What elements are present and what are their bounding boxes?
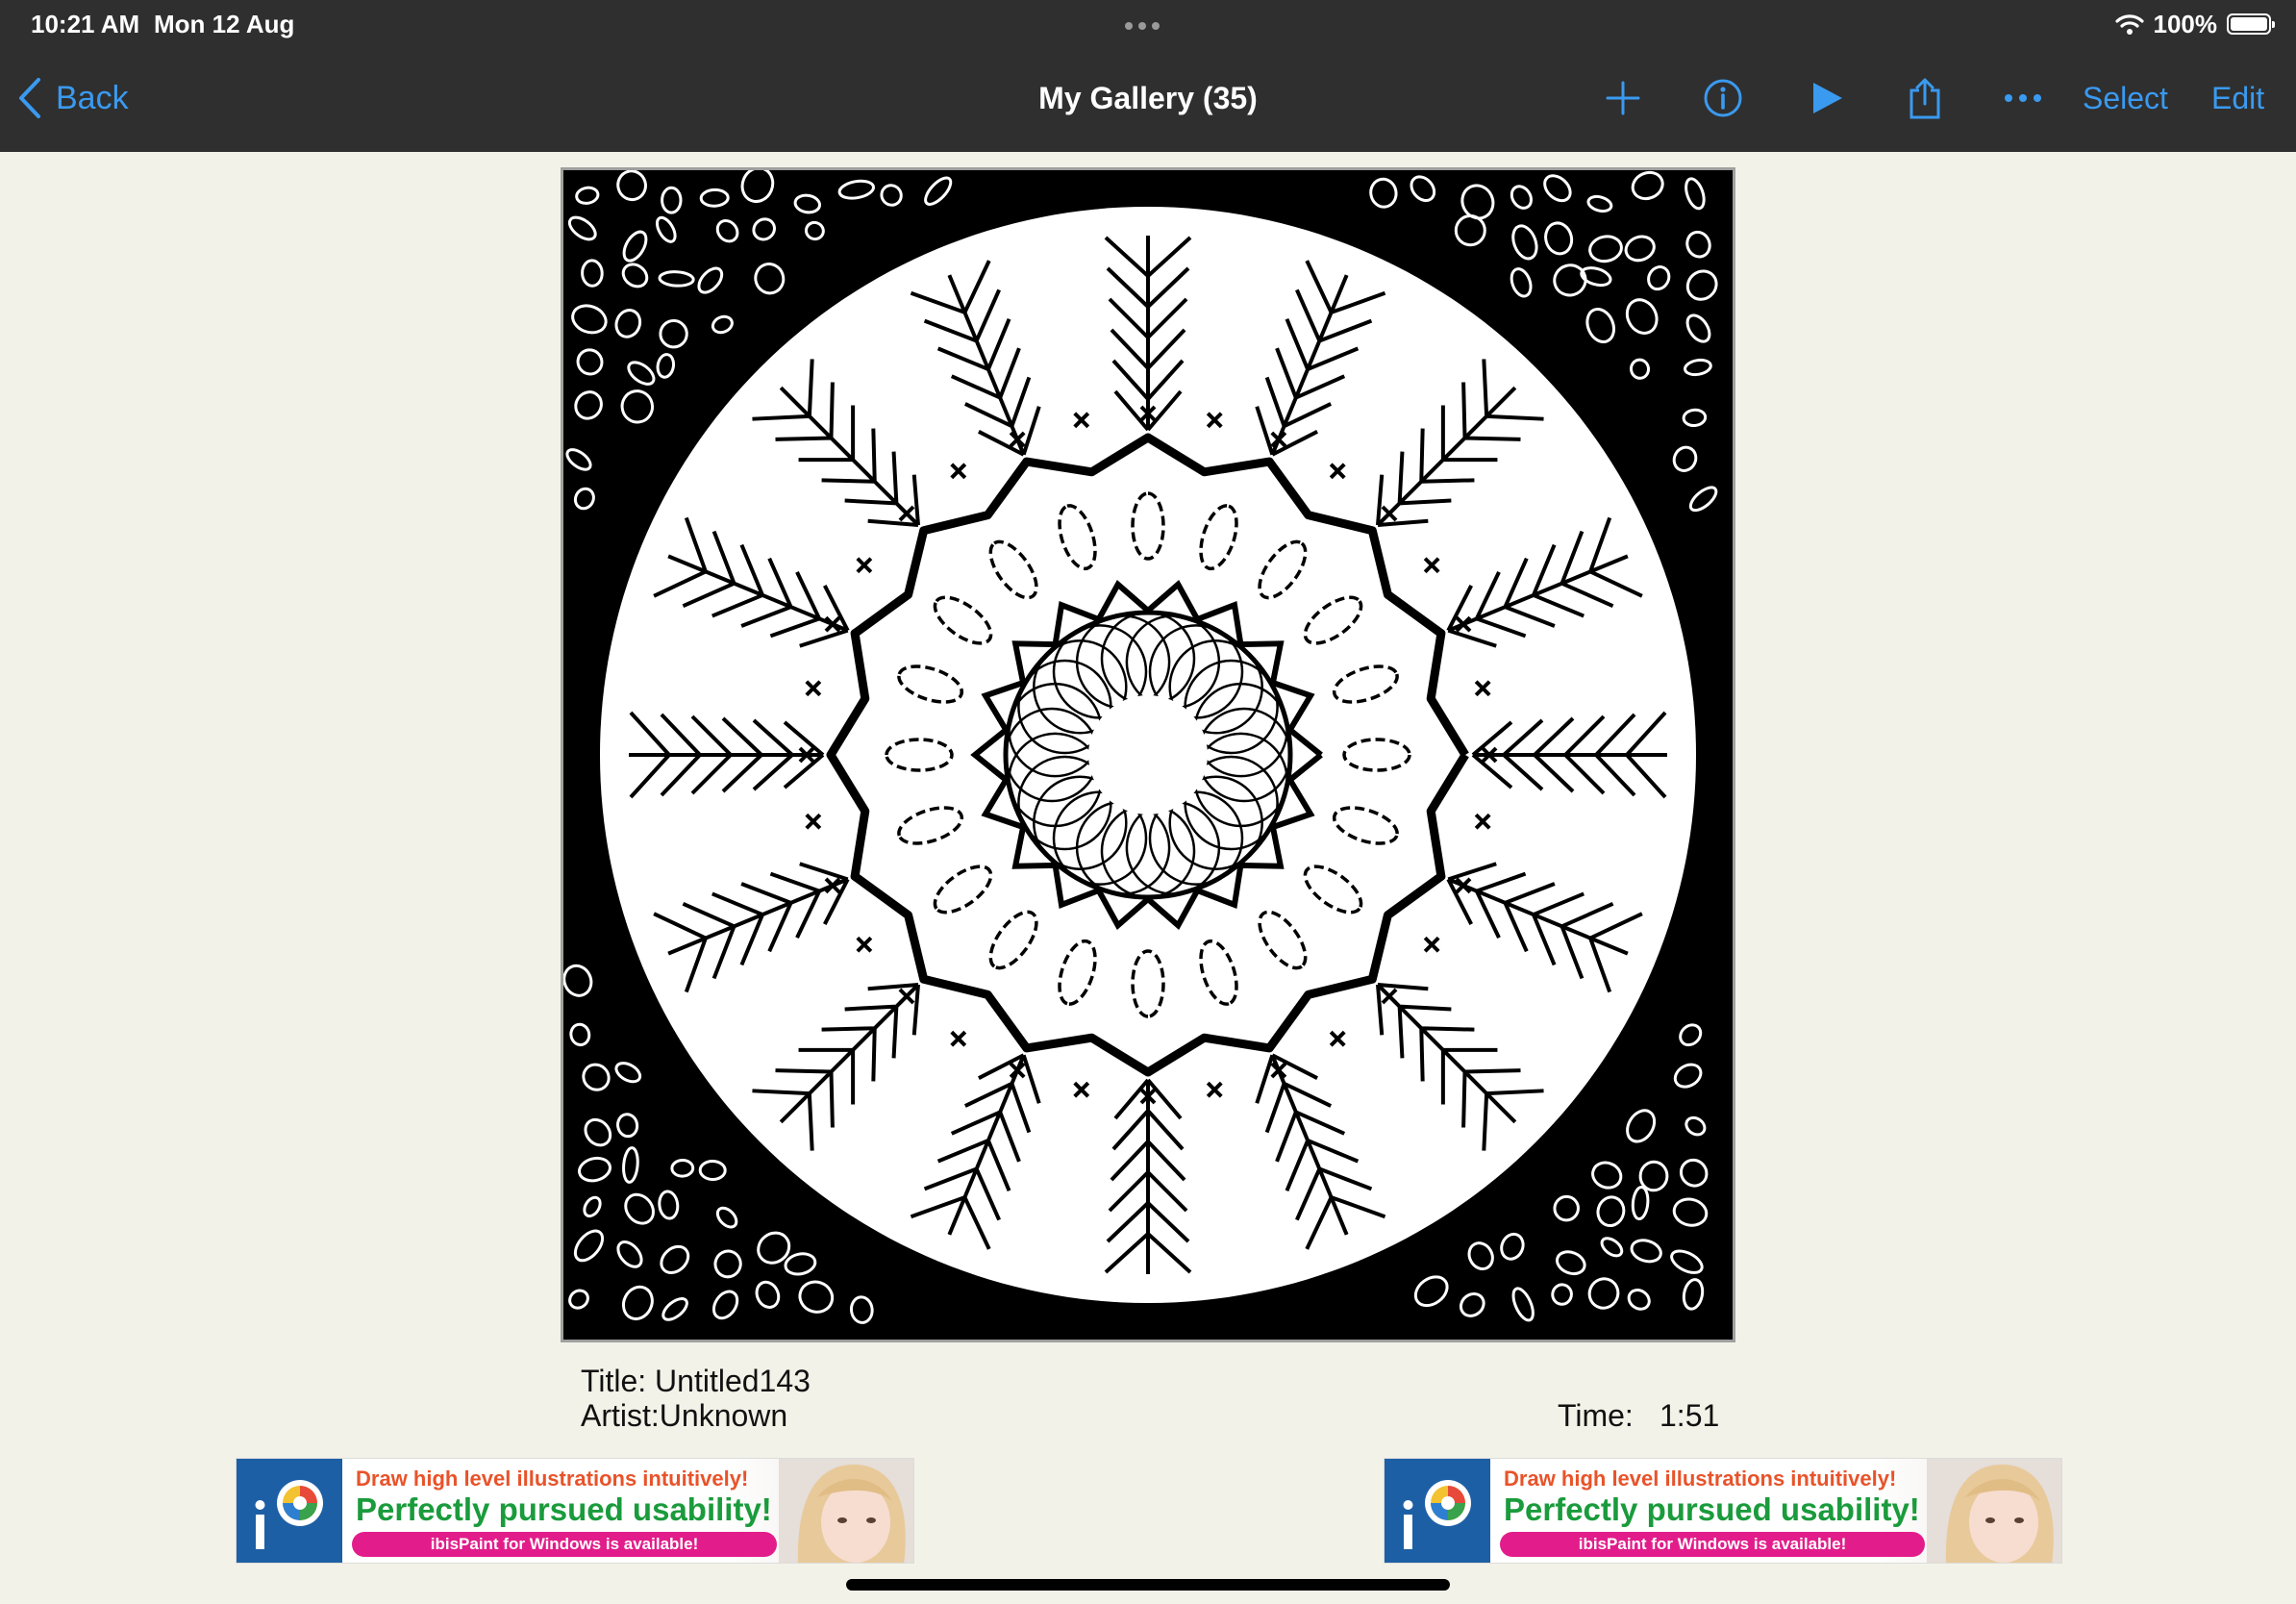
play-button[interactable] bbox=[1804, 69, 1850, 127]
ibispaint-logo-icon bbox=[237, 1459, 342, 1563]
ad-tagline: Perfectly pursued usability! bbox=[1504, 1491, 1920, 1527]
status-right: 100% bbox=[2114, 8, 2275, 40]
top-bar: 10:21 AM Mon 12 Aug 100% Back My Gallery… bbox=[0, 0, 2296, 152]
multitasking-dots-icon[interactable] bbox=[1125, 17, 1171, 30]
ad-headline: Draw high level illustrations intuitivel… bbox=[1504, 1466, 1897, 1491]
more-button[interactable] bbox=[2000, 69, 2046, 127]
wifi-icon bbox=[2114, 14, 2144, 35]
time-value: 1:51 bbox=[1660, 1398, 1720, 1433]
status-date: Mon 12 Aug bbox=[154, 10, 295, 38]
artwork-preview[interactable] bbox=[561, 166, 1735, 1342]
battery-icon bbox=[2227, 13, 2275, 35]
info-icon bbox=[1704, 79, 1742, 117]
ad-cta: ibisPaint for Windows is available! bbox=[352, 1532, 777, 1557]
share-button[interactable] bbox=[1902, 69, 1948, 127]
more-icon bbox=[2005, 94, 2041, 102]
ad-character-image bbox=[1927, 1459, 2061, 1563]
time-label: Time: bbox=[1558, 1398, 1634, 1433]
back-label: Back bbox=[56, 79, 129, 116]
back-button[interactable]: Back bbox=[17, 69, 129, 127]
plus-icon bbox=[1606, 81, 1640, 115]
ad-tagline: Perfectly pursued usability! bbox=[356, 1491, 772, 1527]
artwork-artist: Artist:Unknown bbox=[581, 1398, 788, 1433]
select-button[interactable]: Select bbox=[2083, 69, 2168, 127]
share-icon bbox=[1909, 78, 1940, 119]
ibispaint-logo-icon bbox=[1385, 1459, 1490, 1563]
play-icon bbox=[1813, 83, 1842, 113]
artwork-title: Title: Untitled143 bbox=[581, 1364, 811, 1398]
ad-banner-left[interactable]: Draw high level illustrations intuitivel… bbox=[236, 1458, 914, 1564]
ad-headline: Draw high level illustrations intuitivel… bbox=[356, 1466, 749, 1491]
ad-character-image bbox=[779, 1459, 913, 1563]
add-button[interactable] bbox=[1600, 69, 1646, 127]
edit-button[interactable]: Edit bbox=[2211, 69, 2264, 127]
ad-cta: ibisPaint for Windows is available! bbox=[1500, 1532, 1925, 1557]
page-title: My Gallery (35) bbox=[1038, 80, 1258, 115]
battery-percent: 100% bbox=[2153, 9, 2218, 38]
status-time: 10:21 AM bbox=[31, 10, 140, 38]
ad-banner-right[interactable]: Draw high level illustrations intuitivel… bbox=[1384, 1458, 2062, 1564]
mandala-artwork bbox=[562, 166, 1718, 1324]
home-indicator[interactable] bbox=[846, 1579, 1450, 1591]
chevron-left-icon bbox=[19, 78, 40, 118]
info-button[interactable] bbox=[1700, 69, 1746, 127]
